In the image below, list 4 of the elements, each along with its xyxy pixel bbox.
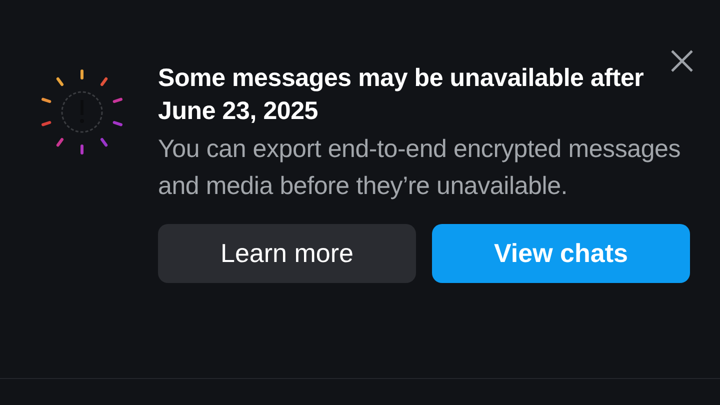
- close-icon[interactable]: [670, 49, 694, 73]
- learn-more-button[interactable]: Learn more: [158, 224, 416, 283]
- notice-title: Some messages may be unavailable after June 23, 2025: [158, 63, 645, 127]
- notice-text: You can export end-to-end encrypted messages and media before they’re unavailable.: [158, 134, 682, 202]
